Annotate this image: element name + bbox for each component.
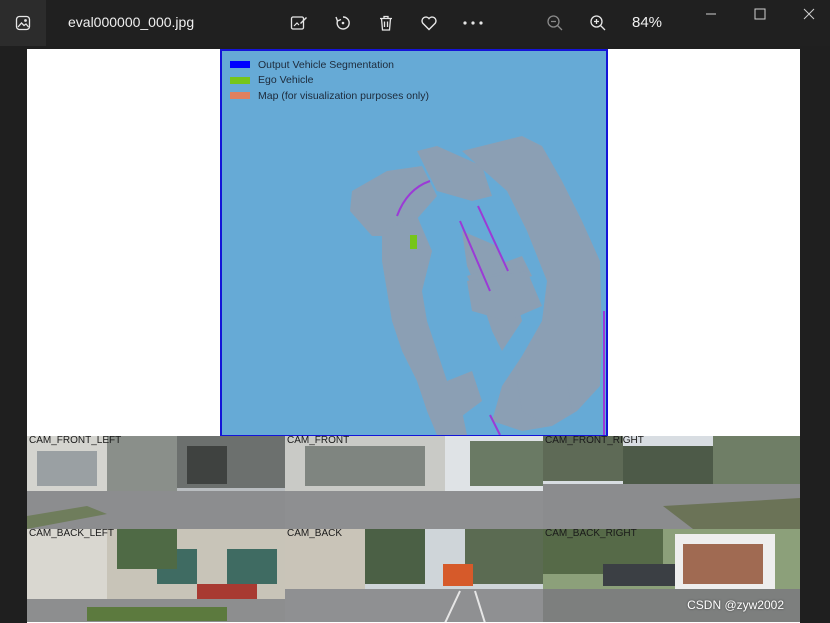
camera-label: CAM_BACK_RIGHT — [545, 529, 637, 539]
bev-segmentation-panel: Output Vehicle Segmentation Ego Vehicle … — [220, 49, 608, 437]
legend-swatch-orange — [230, 92, 250, 100]
camera-image-front: CAM_FRONT — [285, 436, 543, 529]
camera-label: CAM_FRONT_RIGHT — [545, 436, 644, 446]
camera-label: CAM_FRONT — [287, 436, 350, 446]
legend: Output Vehicle Segmentation Ego Vehicle … — [230, 57, 429, 104]
camera-image-back: CAM_BACK — [285, 529, 543, 622]
zoom-level[interactable]: 84% — [632, 14, 662, 31]
zoom-out-icon[interactable] — [541, 9, 569, 37]
legend-swatch-blue — [230, 61, 250, 69]
photos-app-icon[interactable] — [0, 0, 46, 46]
camera-image-back-left: CAM_BACK_LEFT — [27, 529, 285, 622]
more-icon[interactable] — [459, 9, 487, 37]
title-bar: eval000000_000.jpg 84% — [0, 0, 830, 46]
minimize-icon[interactable] — [699, 4, 723, 24]
watermark: CSDN @zyw2002 — [687, 598, 784, 612]
ego-vehicle-marker — [410, 235, 417, 249]
maximize-icon[interactable] — [748, 4, 772, 24]
favorite-icon[interactable] — [415, 9, 443, 37]
camera-image-front-right: CAM_FRONT_RIGHT — [543, 436, 800, 529]
camera-label: CAM_BACK — [287, 529, 343, 539]
legend-swatch-green — [230, 76, 250, 84]
bev-map — [350, 136, 605, 435]
file-name: eval000000_000.jpg — [68, 14, 195, 30]
zoom-in-icon[interactable] — [584, 9, 612, 37]
camera-label: CAM_BACK_LEFT — [29, 529, 115, 539]
legend-item: Map (for visualization purposes only) — [230, 88, 429, 104]
camera-image-front-left: CAM_FRONT_LEFT — [27, 436, 285, 529]
legend-label: Output Vehicle Segmentation — [258, 58, 395, 71]
legend-item: Ego Vehicle — [230, 73, 429, 89]
image-canvas: Output Vehicle Segmentation Ego Vehicle … — [27, 49, 800, 623]
legend-item: Output Vehicle Segmentation — [230, 57, 429, 73]
edit-image-icon[interactable] — [285, 9, 313, 37]
delete-icon[interactable] — [372, 9, 400, 37]
camera-label: CAM_FRONT_LEFT — [29, 436, 122, 446]
legend-label: Ego Vehicle — [258, 74, 314, 87]
legend-label: Map (for visualization purposes only) — [258, 89, 429, 102]
camera-views-grid: CAM_FRONT_LEFT CAM_FRONT CAM_FRONT_RIGHT… — [27, 436, 800, 623]
rotate-icon[interactable] — [329, 9, 357, 37]
close-icon[interactable] — [797, 4, 821, 24]
